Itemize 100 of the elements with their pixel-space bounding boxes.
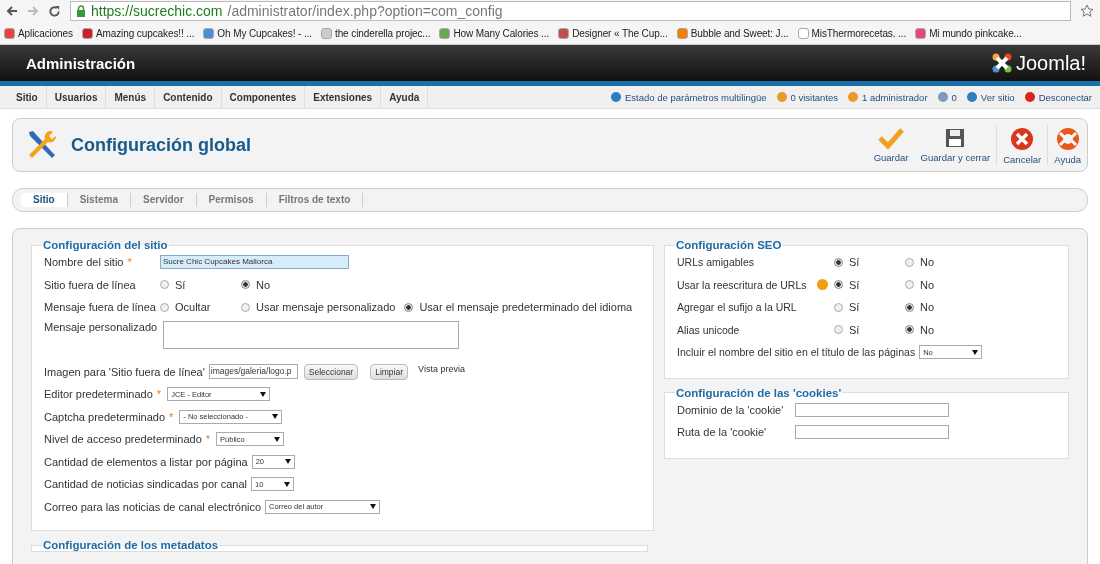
bookmark[interactable]: Oh My Cupcakes! - ... [203,27,312,39]
radio-label: Usar mensaje personalizado [256,301,396,314]
checkmark-icon [878,127,905,149]
toolbar-button[interactable]: Ayuda [1047,125,1087,165]
tab[interactable]: Sitio [21,193,68,207]
text-field[interactable] [795,402,949,417]
status-link[interactable]: Estado de parámetros multilingüe [625,91,767,103]
radio-label: Ocultar [175,301,211,314]
toolbar-button[interactable]: Guardar [867,127,915,163]
field-label: Dominio de la 'cookie' [677,403,785,416]
logo-text: Joomla! [1015,51,1086,75]
status-link[interactable]: Desconectar [1038,91,1092,103]
logo-icon [990,52,1013,74]
menu-item[interactable]: Sitio [8,86,47,108]
cancel-icon [1010,127,1035,151]
radio-button[interactable] [834,257,843,267]
radio-label: Sí [849,323,860,336]
address-bar[interactable]: https://sucrechic.com /administrator/index.php?option=com_config [70,1,1071,21]
bookmark[interactable]: Aplicaciones [4,27,73,39]
preview-label: Vista previa [418,363,465,374]
status-link[interactable]: 0 visitantes [790,91,839,103]
radio-button[interactable] [160,280,169,290]
radio-button[interactable] [834,302,843,312]
button[interactable]: Seleccionar [303,363,359,380]
radio-label: Sí [849,301,860,314]
radio-button[interactable] [905,302,914,312]
radio-label: No [920,256,935,269]
radio-label: No [920,278,935,291]
reload-icon[interactable] [48,4,61,18]
radio-label: No [256,278,271,291]
field-label: Captcha predeterminado [44,410,166,423]
text-field[interactable]: Sucre Chic Cupcakes Mallorca [160,255,349,270]
radio-button[interactable] [834,325,843,335]
bookmark[interactable]: MisThermorecetas. ... [797,27,907,39]
radio-button[interactable] [241,302,250,312]
section-title: Configuración SEO [675,239,783,251]
field-label: Mensaje fuera de línea [44,301,156,314]
menu-item[interactable]: Usuarios [46,86,107,108]
field-label: Correo para las noticias de canal electrónico [44,500,262,513]
menu-item[interactable]: Componentes [221,86,306,108]
status-link[interactable]: Ver sitio [980,91,1015,103]
text-field[interactable] [795,425,949,440]
field-label: Editor predeterminado [44,388,153,401]
field-label: Mensaje personalizado [44,320,158,333]
field-label: Cantidad de noticias sindicadas por canal [44,478,248,491]
star-icon[interactable] [1080,4,1094,18]
bookmark[interactable]: Amazing cupcakes!! ... [81,27,195,39]
radio-button[interactable] [404,302,414,312]
radio-button[interactable] [905,280,914,290]
page-title: Configuración global [71,134,251,156]
menu-item[interactable]: Menús [106,86,156,108]
status-link[interactable]: 0 [951,91,957,103]
tab[interactable]: Permisos [196,193,267,207]
field-label: Cantidad de elementos a listar por página [44,455,248,468]
back-icon[interactable] [6,5,18,17]
radio-label: Sí [175,278,186,291]
radio-label: No [920,323,935,336]
text-field[interactable]: images/galeria/logo.p [208,364,298,380]
menu-item[interactable]: Extensiones [305,86,382,108]
field-label: Alias unicode [677,323,741,336]
radio-label: Sí [849,256,860,269]
section-title: Configuración de las 'cookies' [675,386,843,399]
bookmark[interactable]: How Many Calories ... [439,27,550,39]
radio-button[interactable] [241,280,250,290]
field-label: Nombre del sitio [44,256,124,269]
toolbar-button[interactable]: Guardar y cerrar [914,127,997,163]
forward-icon[interactable] [27,5,39,17]
radio-button[interactable] [834,280,843,290]
field-label: Nivel de acceso predeterminado [44,433,202,446]
tab[interactable]: Sistema [67,193,132,207]
menu-item[interactable]: Ayuda [381,86,429,108]
required-marker: * [169,410,174,423]
section-title: Configuración del sitio [42,239,169,251]
section-title: Configuración de los metadatos [42,539,220,551]
lock-icon [76,5,86,17]
radio-button[interactable] [905,325,914,335]
radio-label: Sí [849,278,860,291]
menu-item[interactable]: Contenido [155,86,222,108]
field-label: URLs amigables [677,256,756,269]
toolbar-button[interactable]: Cancelar [996,125,1048,165]
radio-button[interactable] [905,257,914,267]
tab[interactable]: Filtros de texto [266,193,364,207]
text-area[interactable] [163,320,459,349]
bookmark[interactable]: Mi mundo pinkcake... [915,27,1022,39]
field-label: Ruta de la 'cookie' [677,426,768,439]
required-marker: * [127,256,132,269]
status-link[interactable]: 1 administrador [862,91,928,103]
bookmark[interactable]: Designer « The Cup... [558,27,668,39]
field-label: Agregar el sufijo a la URL [677,301,798,314]
header-title: Administración [26,54,136,72]
radio-button[interactable] [160,302,169,312]
tab[interactable]: Servidor [131,193,197,207]
bookmark[interactable]: Bubble and Sweet: J... [676,27,789,39]
required-marker: * [205,433,211,446]
bookmark[interactable]: the cinderella projec... [320,27,431,39]
field-label: Imagen para 'Sitio fuera de línea' [44,365,205,378]
required-marker: * [156,388,162,401]
radio-label: Usar el mensaje predeterminado del idioma [419,301,633,314]
button[interactable]: Limpiar [370,363,409,380]
field-label: Incluir el nombre del sitio en el título de las páginas [677,346,916,359]
